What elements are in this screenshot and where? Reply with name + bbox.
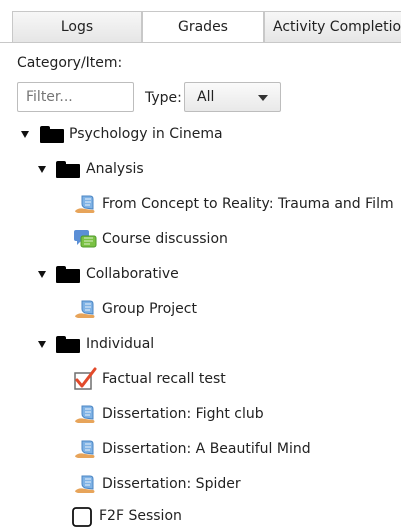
filter-input[interactable]	[17, 82, 134, 112]
folder-icon	[56, 161, 80, 178]
folder-icon	[56, 336, 80, 353]
assignment-icon	[75, 195, 95, 213]
folder-icon	[56, 266, 80, 283]
tab-grades[interactable]: Grades	[142, 11, 264, 43]
tree-item-factual-recall[interactable]: Factual recall test	[0, 364, 401, 394]
expand-triangle-icon[interactable]	[38, 166, 46, 173]
tree-item-label: From Concept to Reality: Trauma and Film	[102, 196, 394, 212]
tab-logs[interactable]: Logs	[12, 11, 142, 42]
attendance-icon	[72, 507, 92, 527]
expand-triangle-icon[interactable]	[38, 341, 46, 348]
folder-icon	[40, 126, 64, 143]
tree-item-label: Factual recall test	[102, 371, 226, 387]
assignment-icon	[75, 475, 95, 493]
assignment-icon	[75, 300, 95, 318]
tree-item-collaborative[interactable]: Collaborative	[0, 259, 401, 289]
tree-item-beautiful-mind[interactable]: Dissertation: A Beautiful Mind	[0, 434, 401, 464]
tree-item-label: F2F Session	[99, 508, 182, 524]
tree-item-spider[interactable]: Dissertation: Spider	[0, 469, 401, 499]
assignment-icon	[75, 405, 95, 423]
tab-activity-completion[interactable]: Activity Completio	[264, 11, 401, 42]
expand-triangle-icon[interactable]	[21, 131, 29, 138]
tree-item-label: Individual	[86, 336, 155, 352]
tree-item-label: Analysis	[86, 161, 144, 177]
tree-item-course-discussion[interactable]: Course discussion	[0, 224, 401, 254]
tree-item-root[interactable]: Psychology in Cinema	[0, 119, 401, 149]
expand-triangle-icon[interactable]	[38, 271, 46, 278]
type-label: Type:	[145, 90, 182, 106]
tree-item-label: Dissertation: Fight club	[102, 406, 264, 422]
quiz-icon	[74, 367, 97, 390]
category-item-label: Category/Item:	[17, 55, 123, 71]
tree-item-label: Collaborative	[86, 266, 179, 282]
tree-item-fight-club[interactable]: Dissertation: Fight club	[0, 399, 401, 429]
tree-item-trauma-film[interactable]: From Concept to Reality: Trauma and Film	[0, 189, 401, 219]
tree-item-label: Group Project	[102, 301, 197, 317]
tree-item-group-project[interactable]: Group Project	[0, 294, 401, 324]
type-select[interactable]: All	[184, 82, 281, 112]
tree-item-label: Dissertation: Spider	[102, 476, 241, 492]
tree-item-label: Dissertation: A Beautiful Mind	[102, 441, 311, 457]
tree-item-label: Course discussion	[102, 231, 228, 247]
forum-icon	[74, 230, 97, 248]
tree-item-label: Psychology in Cinema	[69, 126, 223, 142]
assignment-icon	[75, 440, 95, 458]
tab-bar: Logs Grades Activity Completio	[0, 0, 401, 43]
tree-item-f2f-session[interactable]: F2F Session	[0, 501, 401, 531]
type-selected-value: All	[197, 89, 215, 105]
tab-divider	[0, 42, 401, 43]
chevron-down-icon	[258, 95, 268, 101]
tree-item-analysis[interactable]: Analysis	[0, 154, 401, 184]
tree-item-individual[interactable]: Individual	[0, 329, 401, 359]
